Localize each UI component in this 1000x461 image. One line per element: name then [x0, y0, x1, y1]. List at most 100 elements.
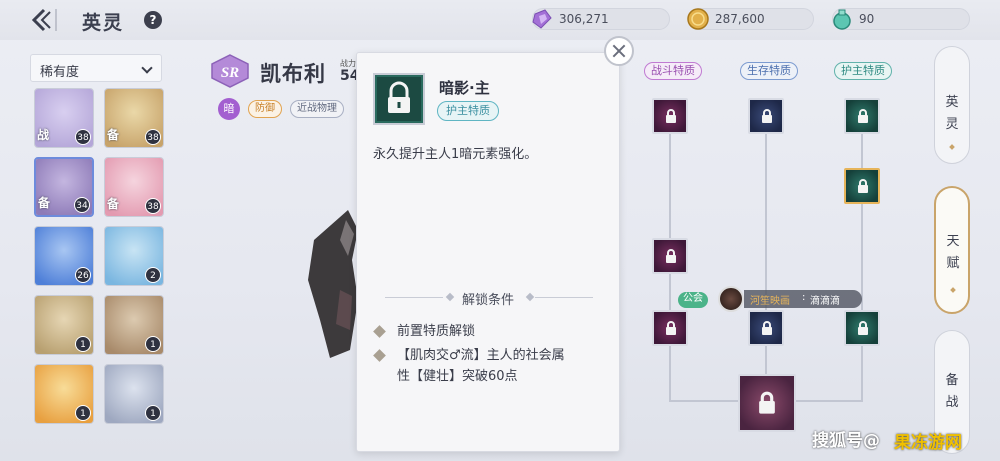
- dark-element-icon: 暗: [218, 98, 240, 120]
- currency-crystal[interactable]: 306,271: [532, 8, 670, 30]
- hero-status-tag: 备: [107, 197, 120, 211]
- hero-card[interactable]: 备 38: [104, 157, 164, 217]
- talent-node[interactable]: [738, 374, 796, 432]
- lock-icon: [664, 108, 678, 124]
- lock-icon: [756, 390, 778, 416]
- talent-lock-icon: [373, 73, 425, 125]
- hero-level-badge: 38: [145, 198, 161, 214]
- talent-node[interactable]: [652, 238, 688, 274]
- hero-card[interactable]: 2: [104, 226, 164, 286]
- hero-card[interactable]: 26: [34, 226, 94, 286]
- hero-level-badge: 2: [145, 267, 161, 283]
- condition-text-line: 【肌肉交♂流】主人的社会属: [397, 348, 565, 363]
- hero-level-badge: 38: [75, 129, 91, 145]
- chevron-down-icon: [141, 62, 153, 74]
- currency-value: 306,271: [559, 12, 609, 26]
- guild-tag: 公会: [678, 292, 708, 308]
- hero-status-tag: 备: [38, 196, 51, 210]
- hero-card[interactable]: 1: [34, 364, 94, 424]
- tab-talent[interactable]: 天 赋: [934, 186, 970, 314]
- hero-level-badge: 38: [145, 129, 161, 145]
- hero-status-tag: 备: [107, 128, 120, 142]
- tab-label-char: 天: [946, 234, 960, 249]
- tree-header-survival: 生存特质: [740, 62, 798, 80]
- hero-card[interactable]: 备 34: [34, 157, 94, 217]
- talent-node[interactable]: [748, 98, 784, 134]
- hero-level-badge: 26: [75, 267, 91, 283]
- talent-node[interactable]: [748, 310, 784, 346]
- talent-node[interactable]: [844, 98, 880, 134]
- hero-level-badge: 1: [145, 405, 161, 421]
- unlock-condition: 【肌肉交♂流】主人的社会属 性【健壮】突破60点: [373, 345, 605, 389]
- hero-card[interactable]: 1: [104, 295, 164, 355]
- tab-label-char: 战: [945, 395, 959, 410]
- unlock-conditions-title: 解锁条件: [461, 293, 514, 308]
- condition-text: 【肌肉交♂流】主人的社会属 性【健壮】突破60点: [397, 345, 565, 387]
- rarity-dropdown[interactable]: 稀有度: [30, 54, 162, 82]
- help-icon[interactable]: ?: [144, 11, 162, 29]
- avatar[interactable]: [718, 286, 744, 312]
- currency-gold[interactable]: 287,600: [687, 8, 814, 30]
- watermark-brand: 果冻游网: [894, 433, 962, 453]
- hero-card[interactable]: 战 38: [34, 88, 94, 148]
- hero-level-badge: 1: [145, 336, 161, 352]
- talent-node[interactable]: [652, 98, 688, 134]
- tab-heroes[interactable]: 英 灵: [934, 46, 970, 164]
- hero-card[interactable]: 备 38: [104, 88, 164, 148]
- talent-title: 暗影·主: [439, 79, 490, 97]
- guild-member-name: 滴滴滴: [810, 296, 840, 307]
- svg-text:SR: SR: [221, 65, 239, 81]
- talent-node[interactable]: [844, 310, 880, 346]
- talent-node[interactable]: [652, 310, 688, 346]
- lock-icon: [856, 178, 870, 194]
- hero-card[interactable]: 1: [104, 364, 164, 424]
- close-button[interactable]: [604, 36, 634, 66]
- currency-potion[interactable]: 90: [832, 8, 970, 30]
- crystal-icon: [532, 9, 552, 29]
- divider: [535, 297, 593, 298]
- back-icon[interactable]: [30, 6, 68, 34]
- lock-icon: [664, 320, 678, 336]
- guild-separator: :: [802, 292, 806, 303]
- tab-label-char: 英: [945, 95, 959, 110]
- talent-node[interactable]: [844, 168, 880, 204]
- rarity-label: 稀有度: [40, 65, 80, 80]
- bullet-diamond-icon: [373, 349, 386, 362]
- lock-icon: [760, 108, 774, 124]
- top-bar: 英灵 ? 306,271 287,600 90: [0, 0, 1000, 40]
- hero-status-tag: 战: [37, 128, 50, 142]
- potion-icon: [833, 9, 851, 30]
- talent-type-tag: 护主特质: [437, 101, 499, 121]
- page-title: 英灵: [82, 12, 125, 34]
- hero-card[interactable]: 1: [34, 295, 94, 355]
- hero-level-badge: 34: [74, 197, 90, 213]
- tab-dot: [950, 287, 956, 293]
- watermark-text: 搜狐号@: [812, 431, 880, 451]
- unlock-condition: 前置特质解锁: [373, 321, 605, 343]
- gold-coin-icon: [687, 8, 709, 30]
- hero-level-badge: 1: [75, 405, 91, 421]
- condition-text: 前置特质解锁: [397, 324, 476, 339]
- role-tag-defense: 防御: [248, 100, 282, 118]
- talent-detail-popup: 暗影·主 护主特质 永久提升主人1暗元素强化。 解锁条件 前置特质解锁 【肌肉交…: [356, 52, 620, 452]
- hero-name: 凯布利: [260, 62, 326, 86]
- hero-level-badge: 1: [75, 336, 91, 352]
- currency-value: 90: [859, 12, 875, 26]
- lock-icon: [856, 320, 870, 336]
- bullet-diamond-icon: [373, 325, 386, 338]
- tab-dot: [949, 144, 955, 150]
- tab-label-char: 备: [945, 373, 959, 388]
- tree-header-guard: 护主特质: [834, 62, 892, 80]
- lock-icon: [760, 320, 774, 336]
- lock-icon: [856, 108, 870, 124]
- tab-label-char: 赋: [946, 256, 960, 271]
- role-tag-melee: 近战物理: [290, 100, 344, 118]
- condition-text-line: 性【健壮】突破60点: [397, 369, 518, 384]
- guild-name: 河笙映画: [750, 296, 790, 307]
- tree-header-combat: 战斗特质: [644, 62, 702, 80]
- tab-label-char: 灵: [945, 117, 959, 132]
- talent-description: 永久提升主人1暗元素强化。: [373, 147, 538, 162]
- currency-value: 287,600: [715, 12, 765, 26]
- hero-figure-image: [308, 210, 358, 358]
- guild-member-bar: 河笙映画 : 滴滴滴: [744, 290, 862, 308]
